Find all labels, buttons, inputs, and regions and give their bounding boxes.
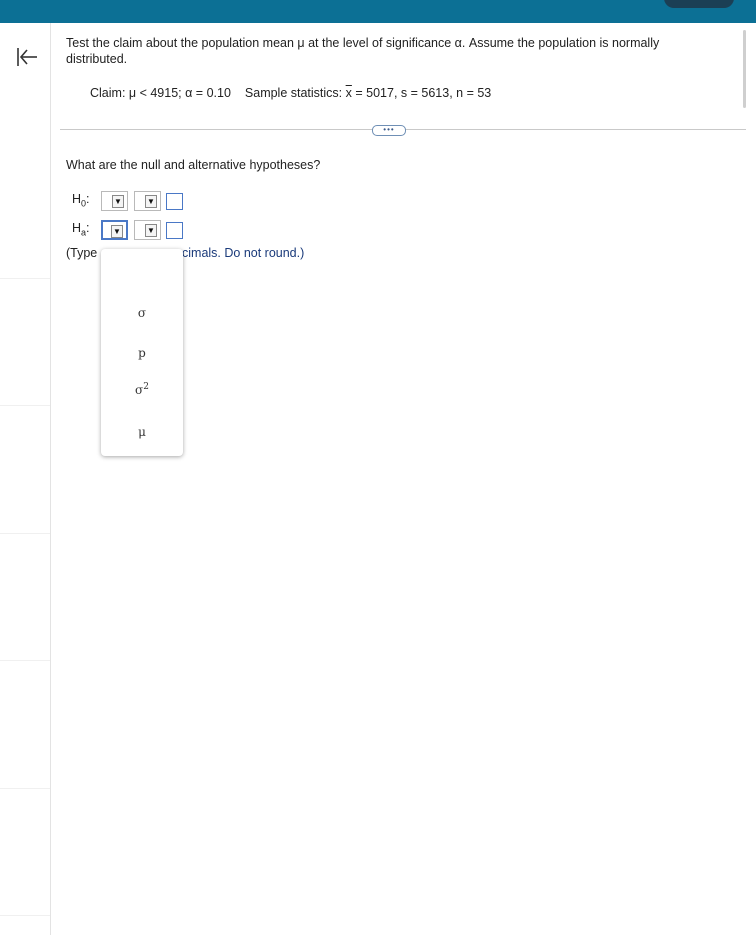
chevron-down-icon: ▼ xyxy=(145,224,157,237)
ha-operator-select[interactable]: ▼ xyxy=(134,220,161,240)
h0-parameter-select[interactable]: ▼ xyxy=(101,191,128,211)
type-hint: (Type cimals. Do not round.) xyxy=(66,246,304,260)
sample-values: = 5017, s = 5613, n = 53 xyxy=(351,86,492,100)
rail-divider xyxy=(0,533,50,534)
ha-label-colon: : xyxy=(86,221,90,235)
rail-divider xyxy=(0,915,50,916)
ha-label: Ha: xyxy=(72,221,90,238)
rail-divider xyxy=(0,278,50,279)
ha-label-main: H xyxy=(72,221,82,235)
h0-label-colon: : xyxy=(86,192,90,206)
type-hint-prefix: (Type xyxy=(66,246,98,260)
scrollbar[interactable] xyxy=(743,30,746,108)
collapse-left-icon[interactable] xyxy=(15,45,39,69)
ha-parameter-select[interactable]: ▼ xyxy=(101,220,128,240)
ha-value-input[interactable] xyxy=(166,222,183,239)
h0-label-main: H xyxy=(72,192,82,206)
dropdown-option-sigma-squared[interactable]: σ2 xyxy=(101,382,183,397)
dropdown-option-mu[interactable]: μ xyxy=(101,425,183,439)
rail-divider xyxy=(0,405,50,406)
claim-line: Claim: μ < 4915; α = 0.10 Sample statisti… xyxy=(90,86,505,100)
option-superscript: 2 xyxy=(143,382,149,392)
left-rail xyxy=(0,23,51,935)
sample-statistics: Sample statistics: x = 5017, s = 5613, n… xyxy=(245,86,491,100)
chevron-down-icon: ▼ xyxy=(111,225,123,238)
h0-operator-select[interactable]: ▼ xyxy=(134,191,161,211)
h0-label: H0: xyxy=(72,192,90,209)
parameter-dropdown-menu: σ p σ2 μ xyxy=(101,249,183,456)
more-button[interactable]: ••• xyxy=(372,125,406,136)
option-symbol: p xyxy=(138,346,146,360)
question-text: What are the null and alternative hypoth… xyxy=(66,158,321,172)
dropdown-option-p[interactable]: p xyxy=(101,346,183,360)
chevron-down-icon: ▼ xyxy=(145,195,157,208)
claim-text: Claim: μ < 4915; α = 0.10 xyxy=(90,86,231,100)
dropdown-option-sigma[interactable]: σ xyxy=(101,306,183,320)
type-hint-suffix: cimals. Do not round.) xyxy=(182,246,305,260)
option-symbol: σ xyxy=(137,306,147,320)
rail-divider xyxy=(0,788,50,789)
rail-divider xyxy=(0,660,50,661)
top-bar-button[interactable] xyxy=(664,0,734,8)
option-symbol: μ xyxy=(138,425,146,439)
h0-value-input[interactable] xyxy=(166,193,183,210)
chevron-down-icon: ▼ xyxy=(112,195,124,208)
problem-intro: Test the claim about the population mean… xyxy=(66,36,660,66)
option-symbol: σ xyxy=(135,383,144,397)
top-bar xyxy=(0,0,756,23)
sample-prefix: Sample statistics: xyxy=(244,86,346,100)
